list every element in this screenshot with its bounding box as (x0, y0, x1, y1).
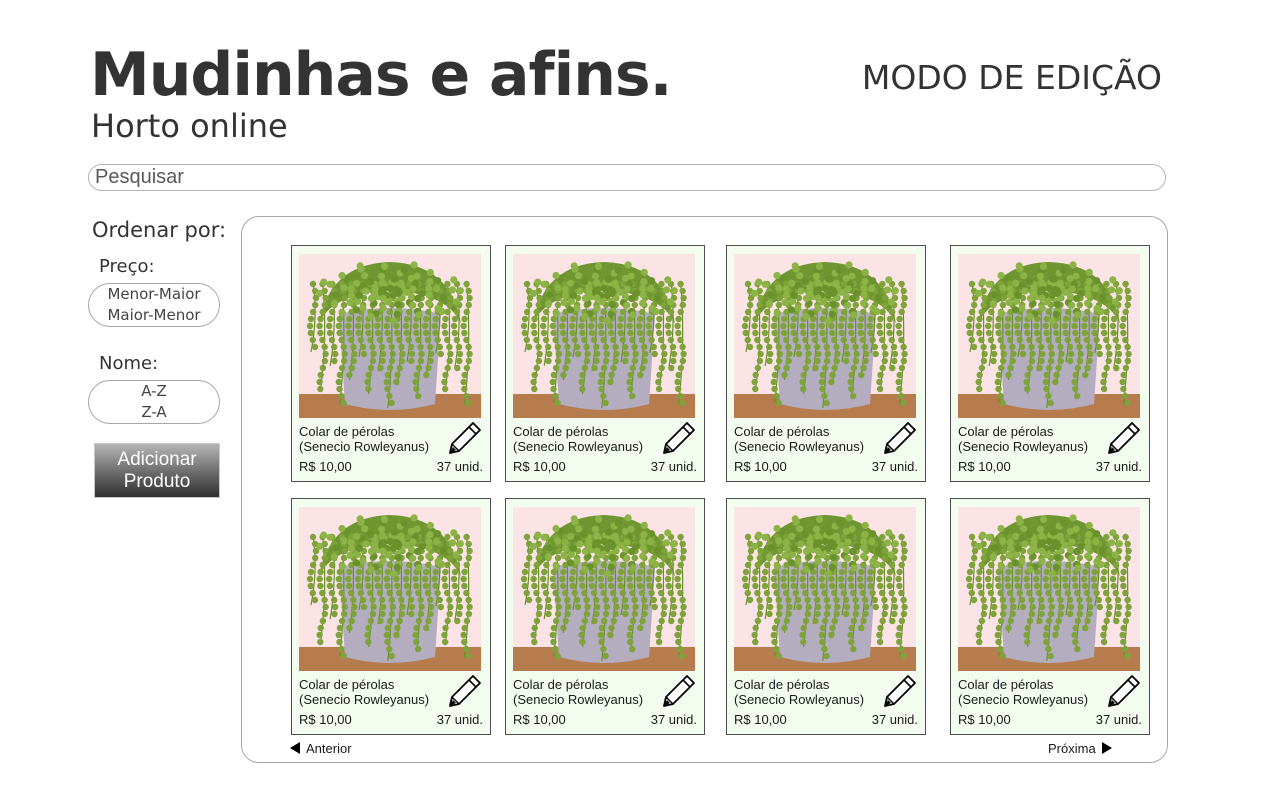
product-image (513, 254, 695, 418)
sort-heading: Ordenar por: (92, 218, 227, 242)
product-stock: 37 unid. (871, 712, 918, 727)
product-card[interactable]: Colar de pérolas (Senecio Rowleyanus) R$ 1… (291, 245, 491, 482)
product-price: R$ 10,00 (513, 712, 566, 727)
product-stock: 37 unid. (650, 712, 697, 727)
product-stock: 37 unid. (1095, 459, 1142, 474)
pagination-prev[interactable]: Anterior (290, 740, 352, 756)
product-price: R$ 10,00 (958, 712, 1011, 727)
search-input[interactable] (88, 164, 1166, 191)
triangle-left-icon (290, 742, 300, 754)
product-price: R$ 10,00 (734, 712, 787, 727)
price-sort-label: Preço: (99, 256, 155, 277)
product-image-frame (299, 507, 481, 671)
product-card[interactable]: Colar de pérolas (Senecio Rowleyanus) R$ 1… (950, 245, 1150, 482)
pencil-icon[interactable] (882, 420, 918, 456)
pencil-icon[interactable] (447, 673, 483, 709)
product-image (299, 254, 481, 418)
product-price: R$ 10,00 (734, 459, 787, 474)
product-scientific-name: (Senecio Rowleyanus) (299, 692, 430, 707)
product-image (734, 254, 916, 418)
product-name: Colar de pérolas (Senecio Rowleyanus) (734, 424, 874, 454)
product-scientific-name: (Senecio Rowleyanus) (513, 439, 644, 454)
product-name: Colar de pérolas (Senecio Rowleyanus) (734, 677, 874, 707)
sort-price-desc[interactable]: Maior-Menor (107, 305, 200, 326)
product-image-frame (734, 507, 916, 671)
name-sort-label: Nome: (99, 353, 159, 374)
product-card[interactable]: Colar de pérolas (Senecio Rowleyanus) R$ 1… (726, 498, 926, 735)
product-image (734, 507, 916, 671)
product-stock: 37 unid. (436, 712, 483, 727)
product-name: Colar de pérolas (Senecio Rowleyanus) (513, 424, 653, 454)
product-price: R$ 10,00 (299, 712, 352, 727)
product-image (958, 507, 1140, 671)
page: Mudinhas e afins. Horto online MODO DE E… (0, 0, 1280, 800)
product-image-frame (958, 254, 1140, 418)
product-common-name: Colar de pérolas (958, 424, 1054, 439)
price-sort-group: Menor-Maior Maior-Menor (88, 283, 220, 327)
product-common-name: Colar de pérolas (513, 677, 609, 692)
sort-price-asc[interactable]: Menor-Maior (107, 284, 200, 305)
edit-mode-label: MODO DE EDIÇÃO (861, 58, 1162, 97)
product-price: R$ 10,00 (299, 459, 352, 474)
product-scientific-name: (Senecio Rowleyanus) (299, 439, 430, 454)
product-stock: 37 unid. (650, 459, 697, 474)
product-scientific-name: (Senecio Rowleyanus) (734, 439, 865, 454)
product-stock: 37 unid. (871, 459, 918, 474)
product-image-frame (734, 254, 916, 418)
add-product-button[interactable]: Adicionar Produto (94, 443, 220, 498)
product-image (513, 507, 695, 671)
site-title: Mudinhas e afins. (90, 40, 672, 110)
product-card[interactable]: Colar de pérolas (Senecio Rowleyanus) R$ 1… (505, 498, 705, 735)
product-image (299, 507, 481, 671)
product-name: Colar de pérolas (Senecio Rowleyanus) (958, 677, 1098, 707)
product-price: R$ 10,00 (958, 459, 1011, 474)
product-common-name: Colar de pérolas (734, 424, 830, 439)
product-image-frame (513, 507, 695, 671)
product-name: Colar de pérolas (Senecio Rowleyanus) (958, 424, 1098, 454)
product-name: Colar de pérolas (Senecio Rowleyanus) (299, 424, 439, 454)
product-name: Colar de pérolas (Senecio Rowleyanus) (513, 677, 653, 707)
product-name: Colar de pérolas (Senecio Rowleyanus) (299, 677, 439, 707)
product-common-name: Colar de pérolas (299, 677, 395, 692)
product-card[interactable]: Colar de pérolas (Senecio Rowleyanus) R$ 1… (726, 245, 926, 482)
product-scientific-name: (Senecio Rowleyanus) (513, 692, 644, 707)
product-image-frame (513, 254, 695, 418)
site-subtitle: Horto online (91, 107, 288, 145)
product-common-name: Colar de pérolas (299, 424, 395, 439)
product-common-name: Colar de pérolas (734, 677, 830, 692)
pencil-icon[interactable] (882, 673, 918, 709)
next-page-label: Próxima (1048, 740, 1096, 756)
pencil-icon[interactable] (447, 420, 483, 456)
product-common-name: Colar de pérolas (958, 677, 1054, 692)
product-card[interactable]: Colar de pérolas (Senecio Rowleyanus) R$ 1… (950, 498, 1150, 735)
product-card[interactable]: Colar de pérolas (Senecio Rowleyanus) R$ 1… (291, 498, 491, 735)
product-image-frame (958, 507, 1140, 671)
pencil-icon[interactable] (661, 420, 697, 456)
sort-name-desc[interactable]: Z-A (141, 402, 166, 423)
product-card[interactable]: Colar de pérolas (Senecio Rowleyanus) R$ 1… (505, 245, 705, 482)
product-price: R$ 10,00 (513, 459, 566, 474)
sort-name-asc[interactable]: A-Z (141, 381, 167, 402)
pencil-icon[interactable] (661, 673, 697, 709)
product-image-frame (299, 254, 481, 418)
pencil-icon[interactable] (1106, 420, 1142, 456)
product-stock: 37 unid. (436, 459, 483, 474)
triangle-right-icon (1101, 742, 1112, 754)
product-image (958, 254, 1140, 418)
product-stock: 37 unid. (1095, 712, 1142, 727)
product-common-name: Colar de pérolas (513, 424, 609, 439)
prev-page-label: Anterior (306, 740, 352, 756)
product-scientific-name: (Senecio Rowleyanus) (958, 439, 1089, 454)
pencil-icon[interactable] (1106, 673, 1142, 709)
pagination-next[interactable]: Próxima (1048, 740, 1112, 756)
product-scientific-name: (Senecio Rowleyanus) (958, 692, 1089, 707)
name-sort-group: A-Z Z-A (88, 380, 220, 424)
product-scientific-name: (Senecio Rowleyanus) (734, 692, 865, 707)
